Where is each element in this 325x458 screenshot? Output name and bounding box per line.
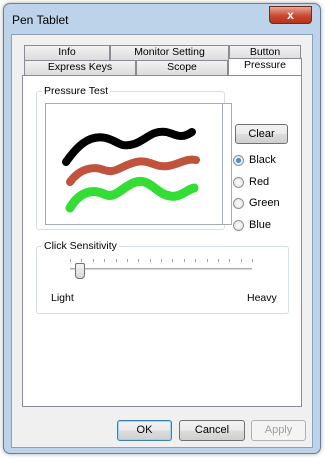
close-button[interactable]: x [269,6,312,24]
slider-tick [229,259,230,262]
tab-info[interactable]: Info [24,45,110,60]
tab-express-keys[interactable]: Express Keys [24,60,136,75]
slider-tick [93,259,94,262]
slider-tick [252,259,253,262]
radio-blue-indicator[interactable] [233,219,244,231]
radio-red-label: Red [249,176,270,188]
radio-blue[interactable]: Blue [233,218,271,232]
tab-pressure[interactable]: Pressure [228,58,302,75]
pen-strokes [62,127,200,213]
sensitivity-max-label: Heavy [247,292,277,304]
tab-monitor-setting[interactable]: Monitor Setting [110,45,229,60]
pressure-drawing-canvas[interactable] [45,103,223,225]
apply-button[interactable]: Apply [251,420,306,441]
slider-tick [218,259,219,262]
slider-tick [195,259,196,262]
click-sensitivity-legend: Click Sensitivity [42,240,119,252]
pressure-test-group: Pressure Test [36,85,232,230]
ok-button[interactable]: OK [117,420,172,441]
slider-tick [127,259,128,262]
slider-tick [81,259,82,262]
slider-tick [241,259,242,262]
sensitivity-slider-thumb[interactable] [75,263,85,279]
slider-tick [150,259,151,262]
radio-green-indicator[interactable] [233,197,244,209]
radio-red-indicator[interactable] [233,176,244,188]
radio-black[interactable]: Black [233,153,276,167]
window-title: Pen Tablet [12,13,69,27]
pressure-test-legend: Pressure Test [42,85,110,97]
radio-green-label: Green [249,197,280,209]
cancel-button[interactable]: Cancel [179,420,245,441]
radio-green[interactable]: Green [233,196,280,210]
slider-tick [116,259,117,262]
slider-tick [104,259,105,262]
radio-black-indicator[interactable] [233,154,244,166]
clear-button[interactable]: Clear [235,124,288,144]
slider-tick [184,259,185,262]
sensitivity-slider-track[interactable] [70,268,252,270]
slider-tick [207,259,208,262]
slider-tick [138,259,139,262]
sensitivity-min-label: Light [51,292,74,304]
radio-red[interactable]: Red [233,175,269,189]
slider-tick [172,259,173,262]
radio-blue-label: Blue [249,219,272,231]
canvas-scrollbar[interactable] [222,103,232,225]
radio-black-label: Black [249,154,276,166]
tab-scope[interactable]: Scope [136,60,228,75]
slider-tick [70,259,71,262]
slider-tick [161,259,162,262]
